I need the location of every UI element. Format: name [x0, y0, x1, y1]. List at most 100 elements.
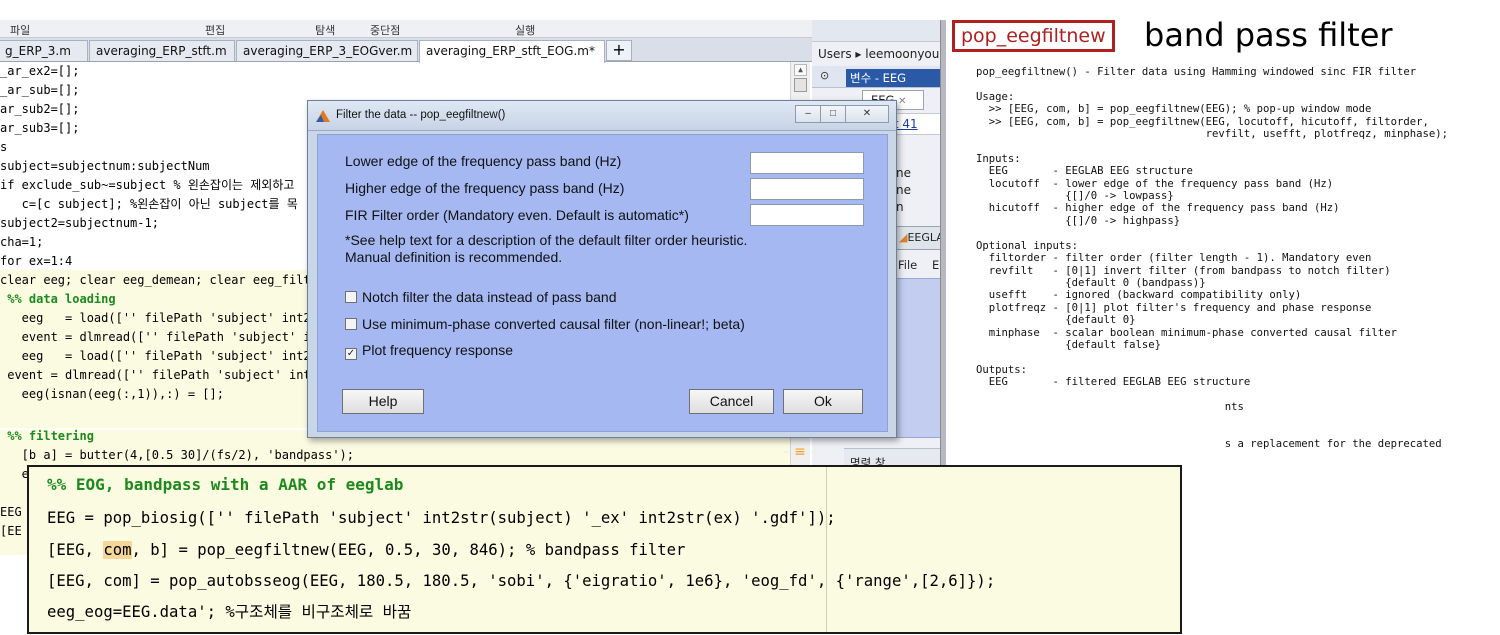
- help-text-line: [976, 389, 1448, 401]
- higher-edge-input[interactable]: [750, 178, 864, 200]
- code-line: if exclude_sub~=subject % 왼손잡이는 제외하고: [0, 178, 295, 192]
- code-line: cha=1;: [0, 235, 44, 249]
- checkbox-label: Use minimum-phase converted causal filte…: [362, 316, 745, 332]
- code-line: [EE: [0, 524, 22, 538]
- filter-order-note: Manual definition is recommended.: [345, 249, 563, 265]
- dialog-title: Filter the data -- pop_eegfiltnew(): [336, 109, 506, 121]
- filter-order-input[interactable]: [750, 204, 864, 226]
- help-heading: band pass filter: [1144, 20, 1393, 54]
- menu-run[interactable]: 실행: [515, 22, 535, 38]
- scroll-up-icon[interactable]: ▲: [794, 64, 807, 76]
- highlighted-variable: com: [103, 541, 132, 559]
- checkbox-box[interactable]: [345, 318, 357, 330]
- plot-frequency-checkbox[interactable]: ✓ Plot frequency response: [345, 342, 513, 360]
- menu-file[interactable]: 파일: [10, 22, 30, 38]
- file-tab-label: averaging_ERP_3_EOGver.m: [243, 44, 413, 58]
- help-text-line: {default 0 (bandpass)}: [976, 276, 1206, 289]
- code-line: subject=subjectnum:subjectNum: [0, 159, 210, 173]
- code-line: EEG: [0, 505, 22, 519]
- help-text-line: [976, 413, 1448, 425]
- code-line: eeg = load(['' filePath 'subject' int2st: [0, 349, 326, 363]
- file-tab-bar: g_ERP_3.m averaging_ERP_stft.m✕ averagin…: [0, 38, 812, 63]
- current-folder-path[interactable]: Users ▸ leemoonyoun: [818, 47, 942, 61]
- file-tab-label: averaging_ERP_stft.m: [96, 44, 227, 58]
- code-line: %% data loading: [0, 292, 116, 306]
- code-line: e: [0, 467, 29, 481]
- help-text-line: nts: [976, 400, 1244, 413]
- snippet-line: [EEG, com, b] = pop_eegfiltnew(EEG, 0.5,…: [47, 541, 686, 559]
- help-text-line: plotfreqz - [0|1] plot filter's frequenc…: [976, 301, 1372, 314]
- help-text-line: {default false}: [976, 338, 1161, 351]
- lower-edge-input[interactable]: [750, 152, 864, 174]
- dialog-titlebar[interactable]: Filter the data -- pop_eegfiltnew() – □ …: [308, 101, 896, 131]
- field-label: ne: [896, 183, 911, 197]
- filter-order-note: *See help text for a description of the …: [345, 232, 748, 248]
- code-line: event = dlmread(['' filePath 'subject' i…: [0, 330, 326, 344]
- close-button[interactable]: ✕: [845, 105, 889, 123]
- higher-edge-label: Higher edge of the frequency pass band (…: [345, 180, 625, 196]
- notch-filter-checkbox[interactable]: Notch filter the data instead of pass ba…: [345, 289, 617, 305]
- help-text-line: {[]/0 -> highpass}: [976, 214, 1181, 227]
- ok-button[interactable]: Ok: [783, 389, 863, 414]
- dialog-body: Lower edge of the frequency pass band (H…: [317, 134, 888, 432]
- dropdown-icon[interactable]: ⊙: [820, 69, 829, 82]
- help-text-line: >> [EEG, com, b] = pop_eegfiltnew(EEG); …: [976, 103, 1372, 116]
- help-text-line: minphase - scalar boolean minimum-phase …: [976, 326, 1397, 339]
- help-text-line: Optional inputs:: [976, 239, 1079, 252]
- warning-marker-icon[interactable]: ≡: [790, 445, 810, 459]
- eeglab-window-title[interactable]: ◢EEGLA: [896, 226, 942, 250]
- cancel-button[interactable]: Cancel: [689, 389, 774, 414]
- scroll-thumb[interactable]: [794, 78, 807, 92]
- help-text: pop_eegfiltnew() - Filter data using Ham…: [976, 66, 1448, 451]
- file-tab[interactable]: g_ERP_3.m: [0, 40, 88, 61]
- file-tab-active[interactable]: averaging_ERP_stft_EOG.m*✕: [419, 40, 614, 63]
- menu-breakpoints[interactable]: 중단점: [370, 22, 400, 38]
- field-label: ne: [896, 166, 911, 180]
- menu-edit[interactable]: 편집: [205, 22, 225, 38]
- help-text-line: [976, 351, 1448, 363]
- code-line: c=[c subject]; %왼손잡이 아닌 subject를 목: [0, 197, 298, 211]
- help-button[interactable]: Help: [342, 389, 424, 414]
- filter-dialog: Filter the data -- pop_eegfiltnew() – □ …: [307, 100, 897, 438]
- file-tab[interactable]: averaging_ERP_stft.m✕: [89, 40, 246, 61]
- checkbox-label: Plot frequency response: [362, 342, 513, 358]
- help-text-line: revfilt - [0|1] invert filter (from band…: [976, 264, 1391, 277]
- check-icon[interactable]: ✓: [345, 348, 357, 360]
- help-text-line: revfilt, usefft, plotfreqz, minphase);: [976, 128, 1448, 141]
- file-tab-label: averaging_ERP_stft_EOG.m*: [426, 44, 595, 58]
- eeglab-menu-file[interactable]: File: [898, 258, 917, 272]
- help-text-line: [976, 227, 1448, 239]
- add-tab-button[interactable]: +: [606, 40, 632, 61]
- help-text-line: Inputs:: [976, 152, 1021, 165]
- close-icon[interactable]: ✕: [898, 96, 906, 107]
- help-text-line: usefft - ignored (backward compatibility…: [976, 289, 1302, 302]
- snippet-line: EEG = pop_biosig(['' filePath 'subject' …: [47, 509, 836, 527]
- help-text-line: EEG - filtered EEGLAB EEG structure: [976, 376, 1251, 389]
- code-line: for ex=1:4: [0, 254, 73, 268]
- minimum-phase-checkbox[interactable]: Use minimum-phase converted causal filte…: [345, 316, 745, 332]
- help-text-line: [976, 426, 1448, 438]
- minimize-button[interactable]: –: [795, 105, 821, 123]
- help-text-line: Outputs:: [976, 363, 1028, 376]
- matlab-icon: [316, 110, 330, 122]
- file-tab-label: g_ERP_3.m: [5, 44, 71, 58]
- code-line: eeg(isnan(eeg(:,1)),:) = [];: [0, 387, 224, 401]
- help-text-line: {default 0}: [976, 314, 1136, 327]
- code-line: eeg = load(['' filePath 'subject' int2st: [0, 311, 326, 325]
- variables-panel-title: 변수 - EEG: [846, 69, 942, 87]
- maximize-button[interactable]: □: [820, 105, 846, 123]
- help-text-line: locutoff - lower edge of the frequency p…: [976, 177, 1334, 190]
- editor-menubar: 파일 편집 탐색 중단점 실행 선택: [0, 20, 870, 53]
- file-tab[interactable]: averaging_ERP_3_EOGver.m✕: [236, 40, 431, 61]
- code-line: clear eeg; clear eeg_demean; clear eeg_f…: [0, 273, 326, 287]
- help-text-line: pop_eegfiltnew() - Filter data using Ham…: [976, 66, 1417, 78]
- checkbox-box[interactable]: [345, 291, 357, 303]
- code-line: _ar_sub=[];: [0, 83, 80, 97]
- help-text-line: s a replacement for the deprecated: [976, 438, 1442, 451]
- code-snippet-callout: %% EOG, bandpass with a AAR of eeglab EE…: [27, 465, 1182, 634]
- code-line: ar_sub3=[];: [0, 121, 80, 135]
- help-text-line: [976, 140, 1448, 152]
- help-text-line: EEG - EEGLAB EEG structure: [976, 165, 1193, 178]
- code-line: _ar_ex2=[];: [0, 64, 80, 78]
- menu-navigate[interactable]: 탐색: [315, 22, 335, 38]
